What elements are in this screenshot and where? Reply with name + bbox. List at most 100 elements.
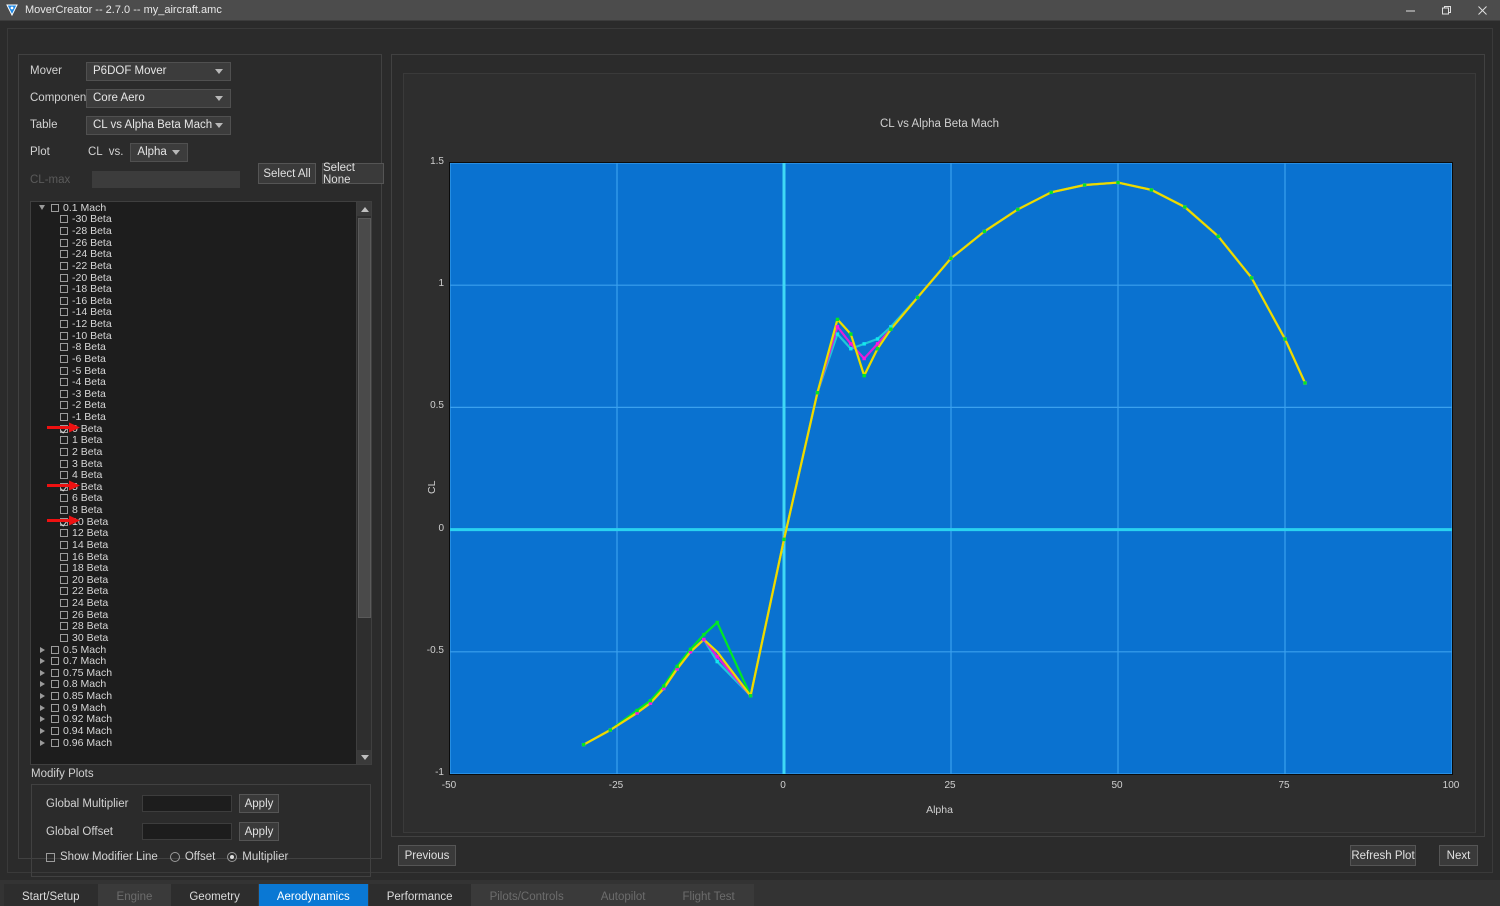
chevron-right-icon[interactable] [36,704,48,711]
tree-item[interactable]: 2 Beta [31,446,357,458]
tree-item-checkbox[interactable] [60,215,68,224]
chevron-right-icon[interactable] [36,739,48,746]
tree-item[interactable]: 16 Beta [31,551,357,563]
chevron-down-icon[interactable] [36,205,48,211]
tree-item-checkbox[interactable] [60,622,68,631]
tree-item-checkbox[interactable] [60,378,68,387]
chevron-right-icon[interactable] [36,658,48,665]
tree-item[interactable]: 0.1 Mach [31,202,357,214]
tree-item-checkbox[interactable] [60,447,68,456]
tree-item[interactable]: -5 Beta [31,365,357,377]
tree-item-checkbox[interactable] [60,320,68,329]
tree-item[interactable]: -8 Beta [31,341,357,353]
tree-item[interactable]: -20 Beta [31,272,357,284]
tree-item[interactable]: 0.9 Mach [31,702,357,714]
search-input[interactable] [92,171,240,188]
tree-item-checkbox[interactable] [51,726,59,735]
tree-item[interactable]: -12 Beta [31,318,357,330]
beta-mach-tree[interactable]: 0.1 Mach -30 Beta -28 Beta -26 Beta -24 Beta… [30,201,372,765]
next-button[interactable]: Next [1439,845,1478,866]
tree-item[interactable]: 0.85 Mach [31,690,357,702]
tree-item-checkbox[interactable] [60,494,68,503]
plot-canvas[interactable] [449,162,1453,775]
tab-start-setup[interactable]: Start/Setup [4,884,99,906]
select-all-button[interactable]: Select All [258,163,316,184]
tree-item[interactable]: -26 Beta [31,237,357,249]
tree-item[interactable]: 6 Beta [31,492,357,504]
tree-item-checkbox[interactable] [51,738,59,747]
table-select[interactable]: CL vs Alpha Beta Mach [86,115,231,135]
tree-item[interactable]: 18 Beta [31,562,357,574]
tree-item-checkbox[interactable] [60,401,68,410]
tree-item[interactable]: 0.8 Mach [31,678,357,690]
chevron-right-icon[interactable] [36,669,48,676]
tree-item[interactable]: 0.92 Mach [31,713,357,725]
tree-item-checkbox[interactable] [60,506,68,515]
multiplier-radio[interactable] [227,852,238,862]
tree-item-checkbox[interactable] [60,529,68,538]
tree-item[interactable]: 30 Beta [31,632,357,644]
tree-item-checkbox[interactable] [60,261,68,270]
maximize-button[interactable] [1428,0,1464,20]
tree-item-checkbox[interactable] [60,436,68,445]
tree-item-checkbox[interactable] [51,657,59,666]
tree-item-checkbox[interactable] [60,238,68,247]
tree-item-checkbox[interactable] [60,471,68,480]
tree-item[interactable]: 1 Beta [31,434,357,446]
tree-item[interactable]: 24 Beta [31,597,357,609]
tree-item-checkbox[interactable] [60,354,68,363]
previous-button[interactable]: Previous [398,845,456,866]
tree-item[interactable]: 22 Beta [31,585,357,597]
scroll-down-button[interactable] [357,750,371,764]
tree-item[interactable]: -28 Beta [31,225,357,237]
tree-item-checkbox[interactable] [60,599,68,608]
show-modifier-line-checkbox[interactable] [46,852,55,862]
tree-item-checkbox[interactable] [60,389,68,398]
tree-item[interactable]: 14 Beta [31,539,357,551]
plot-x-select[interactable]: Alpha [130,142,189,162]
tree-item[interactable]: 0.5 Mach [31,644,357,656]
tree-item[interactable]: -2 Beta [31,399,357,411]
tree-item-checkbox[interactable] [51,668,59,677]
chevron-right-icon[interactable] [36,646,48,653]
tree-item-checkbox[interactable] [60,575,68,584]
tab-aerodynamics[interactable]: Aerodynamics [258,884,369,906]
tree-item[interactable]: -16 Beta [31,295,357,307]
tree-item-checkbox[interactable] [51,703,59,712]
global-offset-input[interactable] [142,823,232,840]
mover-select[interactable]: P6DOF Mover [86,61,231,81]
tree-item-checkbox[interactable] [60,331,68,340]
chevron-right-icon[interactable] [36,681,48,688]
tree-item-checkbox[interactable] [60,413,68,422]
refresh-plot-button[interactable]: Refresh Plot [1350,845,1416,866]
tree-item-checkbox[interactable] [51,715,59,724]
tree-item-checkbox[interactable] [60,540,68,549]
tree-item[interactable]: 12 Beta [31,527,357,539]
tree-item-checkbox[interactable] [60,273,68,282]
tree-item[interactable]: -3 Beta [31,388,357,400]
close-button[interactable] [1464,0,1500,20]
tab-geometry[interactable]: Geometry [171,884,259,906]
tree-item-checkbox[interactable] [51,680,59,689]
tree-item[interactable]: -4 Beta [31,376,357,388]
tree-item-checkbox[interactable] [60,610,68,619]
tree-item[interactable]: 26 Beta [31,609,357,621]
minimize-button[interactable] [1392,0,1428,20]
tree-item[interactable]: -10 Beta [31,330,357,342]
global-multiplier-input[interactable] [142,795,232,812]
tree-item-checkbox[interactable] [60,459,68,468]
tree-item-checkbox[interactable] [51,692,59,701]
tree-item-checkbox[interactable] [60,633,68,642]
tree-item[interactable]: -30 Beta [31,213,357,225]
tree-item[interactable]: 20 Beta [31,574,357,586]
chevron-right-icon[interactable] [36,693,48,700]
tree-item[interactable]: -6 Beta [31,353,357,365]
tree-item-checkbox[interactable] [60,343,68,352]
chevron-right-icon[interactable] [36,727,48,734]
chevron-right-icon[interactable] [36,716,48,723]
scroll-up-button[interactable] [357,202,371,216]
tree-item-checkbox[interactable] [60,564,68,573]
apply-offset-button[interactable]: Apply [239,822,279,841]
tree-item-checkbox[interactable] [60,587,68,596]
component-select[interactable]: Core Aero [86,88,231,108]
